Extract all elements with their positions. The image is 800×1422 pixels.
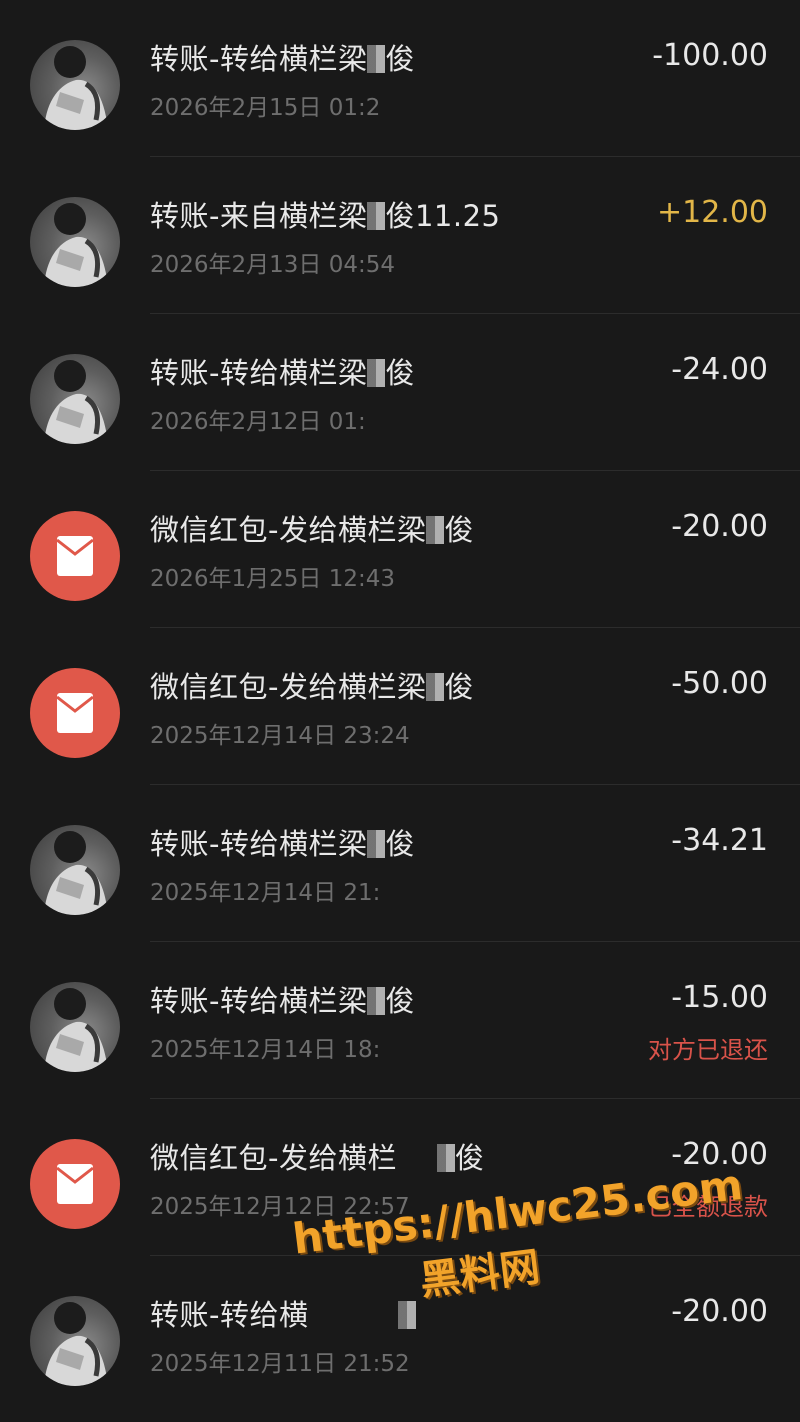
avatar	[30, 1296, 120, 1386]
privacy-mosaic	[367, 202, 386, 230]
refund-status: 对方已退还	[648, 1036, 768, 1064]
privacy-mosaic	[436, 1144, 455, 1172]
transaction-title-suffix: 俊	[444, 670, 474, 704]
red-packet-icon	[30, 668, 120, 758]
avatar	[30, 197, 120, 287]
privacy-mosaic	[367, 987, 386, 1015]
transaction-title-text: 转账-转给横栏梁	[150, 827, 368, 861]
transaction-title-text: 微信红包-发给横栏梁	[150, 513, 427, 547]
transaction-row[interactable]: 微信红包-发给横栏梁俊 2025年12月14日 23:24 -50.00	[0, 628, 800, 785]
transaction-title: 转账-转给横栏梁俊	[150, 821, 415, 863]
transaction-title: 微信红包-发给横栏梁俊	[150, 507, 474, 549]
transaction-title: 转账-转给横栏梁俊	[150, 36, 415, 78]
transaction-time: 2025年12月11日 21:52	[150, 1351, 410, 1377]
transaction-title-text: 转账-来自横栏梁	[150, 199, 368, 233]
transaction-amount: -15.00	[671, 980, 768, 1015]
red-packet-icon	[30, 511, 120, 601]
transaction-title-suffix: 俊	[385, 984, 415, 1018]
transaction-title: 转账-转给横栏梁俊	[150, 350, 415, 392]
privacy-mosaic	[367, 45, 386, 73]
transaction-list: 转账-转给横栏梁俊 2026年2月15日 01:2 -100.00 转账-来自横…	[0, 0, 800, 1413]
transaction-title-suffix: 俊	[385, 42, 415, 76]
transaction-title: 微信红包-发给横栏梁俊	[150, 664, 474, 706]
red-packet-icon	[30, 1139, 120, 1229]
transaction-amount: +12.00	[656, 195, 768, 230]
privacy-mosaic	[367, 359, 386, 387]
transaction-row[interactable]: 转账-转给横栏梁俊 2026年2月12日 01: -24.00	[0, 314, 800, 471]
transaction-row[interactable]: 微信红包-发给横栏梁俊 2026年1月25日 12:43 -20.00	[0, 471, 800, 628]
transaction-title-suffix: 俊	[385, 356, 415, 390]
transaction-row[interactable]: 转账-转给横 2025年12月11日 21:52 -20.00	[0, 1256, 800, 1413]
transaction-title: 微信红包-发给横栏 俊	[150, 1135, 484, 1177]
transaction-row[interactable]: 转账-转给横栏梁俊 2026年2月15日 01:2 -100.00	[0, 0, 800, 157]
transaction-amount: -20.00	[671, 1137, 768, 1172]
transaction-title-text: 微信红包-发给横栏	[150, 1141, 397, 1175]
transaction-time: 2025年12月12日 22:57	[150, 1194, 410, 1220]
transaction-row[interactable]: 转账-转给横栏梁俊 2025年12月14日 21: -34.21	[0, 785, 800, 942]
transaction-amount: -24.00	[671, 352, 768, 387]
privacy-mosaic	[367, 830, 386, 858]
transaction-title-text: 转账-转给横栏梁	[150, 356, 368, 390]
privacy-mosaic	[426, 673, 445, 701]
transaction-title-suffix: 俊	[385, 827, 415, 861]
transaction-title: 转账-转给横	[150, 1292, 417, 1334]
transaction-amount: -20.00	[671, 509, 768, 544]
transaction-title-suffix: 俊	[454, 1141, 485, 1175]
transaction-time: 2025年12月14日 18:	[150, 1037, 381, 1063]
transaction-title-suffix: 俊11.25	[385, 199, 501, 233]
avatar	[30, 825, 120, 915]
transaction-title-suffix: 俊	[444, 513, 474, 547]
privacy-mosaic	[426, 516, 445, 544]
transaction-amount: -34.21	[671, 823, 768, 858]
transaction-title-text: 转账-转给横栏梁	[150, 984, 368, 1018]
transaction-title-text: 转账-转给横栏梁	[150, 42, 368, 76]
transaction-row[interactable]: 转账-来自横栏梁 俊11.25 2026年2月13日 04:54 +12.00	[0, 157, 800, 314]
transaction-title-text: 转账-转给横	[150, 1298, 309, 1332]
transaction-row[interactable]: 转账-转给横栏梁俊 2025年12月14日 18: -15.00 对方已退还	[0, 942, 800, 1099]
transaction-time: 2026年2月12日 01:	[150, 409, 366, 435]
privacy-mosaic	[398, 1301, 417, 1329]
transaction-time: 2026年1月25日 12:43	[150, 566, 396, 592]
transaction-time: 2025年12月14日 21:	[150, 880, 381, 906]
avatar	[30, 354, 120, 444]
transaction-amount: -50.00	[671, 666, 768, 701]
transaction-time: 2026年2月15日 01:2	[150, 95, 381, 121]
transaction-time: 2026年2月13日 04:54	[150, 252, 396, 278]
avatar	[30, 982, 120, 1072]
transaction-row[interactable]: 微信红包-发给横栏 俊 2025年12月12日 22:57 -20.00 已全额退…	[0, 1099, 800, 1256]
transaction-title: 转账-来自横栏梁 俊11.25	[150, 193, 501, 235]
refund-status: 已全额退款	[648, 1193, 768, 1221]
transaction-amount: -20.00	[671, 1294, 768, 1329]
avatar	[30, 40, 120, 130]
transaction-title-text: 微信红包-发给横栏梁	[150, 670, 427, 704]
transaction-time: 2025年12月14日 23:24	[150, 723, 410, 749]
transaction-amount: -100.00	[652, 38, 768, 73]
transaction-title: 转账-转给横栏梁俊	[150, 978, 415, 1020]
